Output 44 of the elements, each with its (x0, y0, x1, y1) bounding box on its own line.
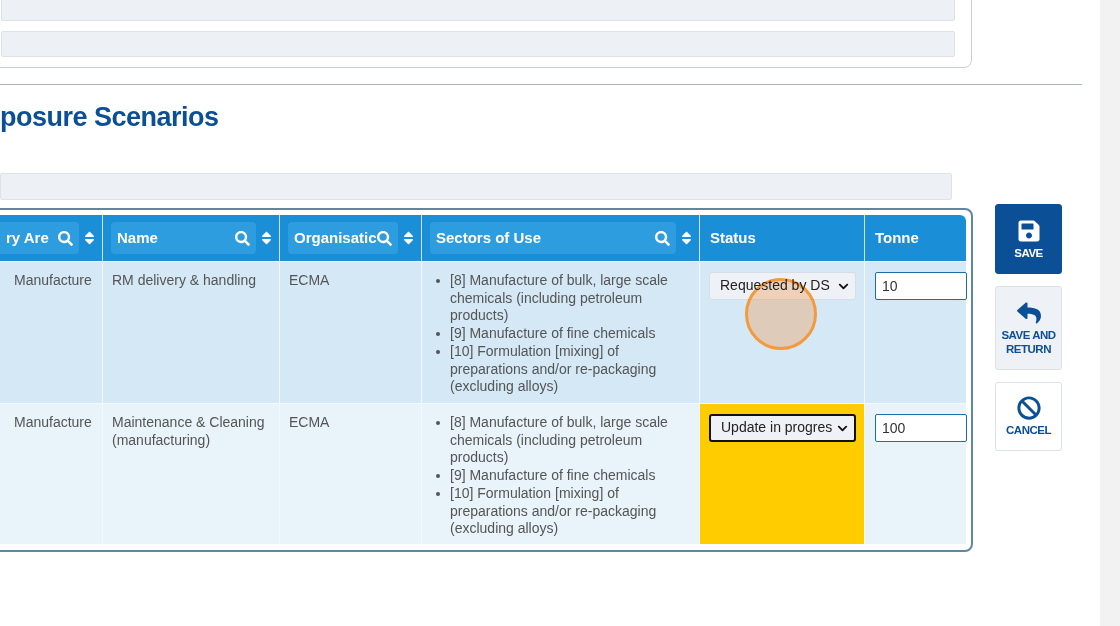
sector-item: [9] Manufacture of fine chemicals (450, 467, 657, 485)
column-header: Name (117, 227, 158, 248)
search-icon[interactable] (655, 230, 670, 246)
table-cell: ECMA (289, 414, 330, 430)
reply-arrow-icon (1016, 300, 1041, 325)
bullet-icon (436, 349, 440, 354)
sort-icon[interactable] (260, 230, 273, 246)
column-header: Status (709, 227, 756, 248)
sort-icon[interactable] (402, 230, 415, 246)
column-header: Sectors of Use (436, 227, 542, 248)
section-title: posure Scenarios (0, 101, 219, 133)
sector-item: [10] Formulation [mixing] of preparations and/or re-packaging (excluding alloys) (450, 484, 658, 538)
bullet-icon (436, 491, 440, 496)
sector-item: [8] Manufacture of bulk, large scale chemicals (including petroleum products) (450, 414, 669, 468)
sort-icon[interactable] (680, 230, 693, 246)
bullet-icon (436, 421, 440, 425)
status-select[interactable]: Update in progres (709, 414, 856, 442)
search-icon[interactable] (377, 230, 392, 246)
tonnage-input[interactable]: 100 (875, 414, 967, 442)
text-field[interactable] (1, 0, 955, 21)
search-field[interactable] (0, 173, 952, 200)
search-icon[interactable] (235, 230, 250, 246)
column-header: Tonne (874, 227, 919, 248)
table-cell: Manufacture (14, 414, 92, 430)
sort-icon[interactable] (83, 230, 96, 246)
table-cell: Maintenance & Cleaning (manufacturing) (112, 414, 265, 448)
search-icon[interactable] (58, 230, 73, 246)
table-cell: ECMA (289, 272, 330, 288)
sector-item: [9] Manufacture of fine chemicals (450, 325, 657, 343)
cancel-button[interactable]: CANCEL (995, 382, 1062, 451)
bullet-icon (436, 474, 440, 479)
sector-item: [8] Manufacture of bulk, large scale chemicals (including petroleum products) (450, 272, 669, 326)
table-cell: RM delivery & handling (112, 272, 256, 288)
text-field[interactable] (1, 31, 955, 57)
sector-item: [10] Formulation [mixing] of preparations and/or re-packaging (excluding alloys) (450, 342, 658, 396)
bullet-icon (436, 332, 440, 337)
column-header: ry Are (6, 227, 49, 248)
column-header: Organisatic (294, 227, 377, 248)
table-cell: Manufacture (14, 272, 92, 288)
prohibited-icon (1016, 396, 1041, 420)
save-button[interactable]: SAVE (995, 204, 1062, 274)
tonnage-input[interactable]: 10 (875, 272, 967, 300)
save-and-return-button[interactable]: SAVE AND RETURN (995, 286, 1062, 370)
bullet-icon (436, 279, 440, 283)
